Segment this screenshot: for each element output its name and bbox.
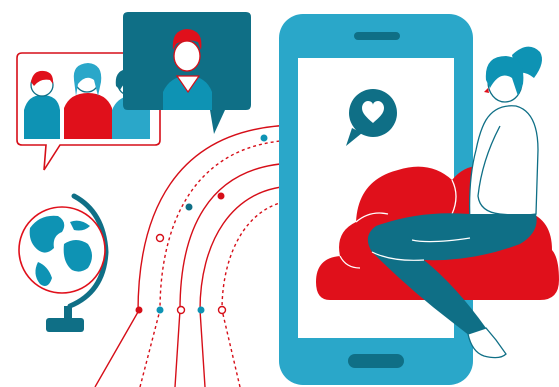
man-head [173, 40, 201, 72]
woman-torso [468, 105, 539, 223]
arc-line-3 [174, 162, 296, 387]
phone-home-button [348, 354, 404, 368]
globe-stand-base [46, 318, 84, 332]
dot [260, 134, 268, 142]
dot [217, 192, 225, 200]
dot [135, 306, 143, 314]
dot [176, 305, 186, 315]
dot [185, 203, 193, 211]
woman-foot [467, 327, 507, 359]
dot [156, 306, 164, 314]
dot [197, 306, 205, 314]
globe-icon [18, 193, 109, 332]
illustration-scene [0, 0, 559, 387]
globe-stand-neck [64, 306, 72, 320]
dot [155, 233, 165, 243]
phone-speaker [354, 32, 400, 40]
illustration-svg [16, 12, 559, 387]
dot [217, 305, 227, 315]
